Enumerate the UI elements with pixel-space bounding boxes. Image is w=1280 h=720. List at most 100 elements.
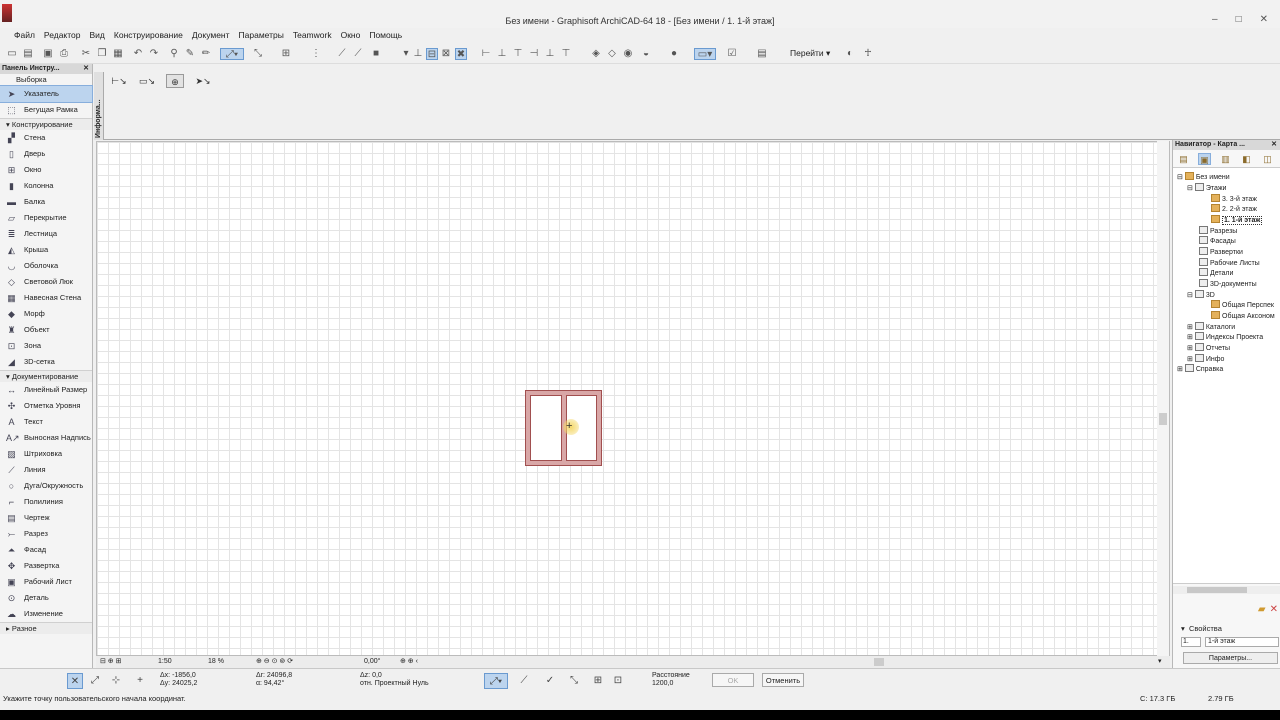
- tool-skylight[interactable]: ◇ Световой Люк: [0, 274, 92, 290]
- pen-set-icon[interactable]: ▤: [756, 48, 768, 60]
- ok-button[interactable]: OK: [712, 673, 754, 687]
- tree-node-story-1[interactable]: 1. 1-й этаж: [1211, 215, 1263, 225]
- close-origin-icon[interactable]: ✕: [67, 673, 83, 689]
- info-box-tab[interactable]: Информа...: [94, 72, 104, 140]
- tree-node-lists[interactable]: ⊞ Отчеты: [1187, 343, 1230, 353]
- tree-node-3d[interactable]: ⊟ 3D: [1187, 290, 1215, 300]
- 3d-window-icon[interactable]: ◈: [590, 48, 602, 60]
- distribute-v-icon[interactable]: ⊥: [544, 48, 556, 60]
- menu-design[interactable]: Конструирование: [114, 30, 183, 42]
- tool-column[interactable]: ▮ Колонна: [0, 178, 92, 194]
- layout-book-icon[interactable]: ▥: [1219, 153, 1232, 165]
- print-icon[interactable]: ⎙: [58, 48, 70, 60]
- tool-morph[interactable]: ◆ Морф: [0, 306, 92, 322]
- parameters-button[interactable]: Параметры...: [1183, 652, 1278, 664]
- tool-slab[interactable]: ▱ Перекрытие: [0, 210, 92, 226]
- tool-detail[interactable]: ⊙ Деталь: [0, 590, 92, 606]
- origin-icon[interactable]: +: [132, 673, 148, 689]
- open-file-icon[interactable]: ▤: [22, 48, 34, 60]
- tool-text[interactable]: A Текст: [0, 414, 92, 430]
- undo-icon[interactable]: ↶: [132, 48, 144, 60]
- project-map-icon[interactable]: ▤: [1177, 153, 1190, 165]
- tool-door[interactable]: ▯ Дверь: [0, 146, 92, 162]
- elevation-icon[interactable]: ⊥: [412, 48, 424, 60]
- tool-arrow[interactable]: ➤ Указатель: [0, 85, 93, 103]
- tree-node-story-2[interactable]: 2. 2-й этаж: [1211, 204, 1257, 214]
- story-number-field[interactable]: 1.: [1181, 637, 1201, 647]
- tool-polyline[interactable]: ⌐ Полилиния: [0, 494, 92, 510]
- properties-toggle[interactable]: ▾ Свойства: [1181, 624, 1222, 633]
- tool-window[interactable]: ⊞ Окно: [0, 162, 92, 178]
- menu-window[interactable]: Окно: [341, 30, 361, 42]
- render-icon[interactable]: ◒: [640, 48, 652, 60]
- tree-node-info[interactable]: ⊞ Инфо: [1187, 354, 1224, 364]
- rectangle-method-icon[interactable]: ▭↘: [138, 74, 156, 88]
- navigator-close-icon[interactable]: ✕: [1271, 140, 1277, 150]
- view-map-icon[interactable]: ▣: [1198, 153, 1211, 165]
- guide-line-toggle-icon[interactable]: ⤢▾: [484, 673, 508, 689]
- tree-node-details[interactable]: Детали: [1199, 268, 1233, 278]
- snap-icon[interactable]: ⤡: [252, 48, 264, 60]
- tool-shell[interactable]: ◡ Оболочка: [0, 258, 92, 274]
- align-center-icon[interactable]: ⊥: [496, 48, 508, 60]
- story-name-field[interactable]: 1-й этаж: [1205, 637, 1279, 647]
- draw-line-icon[interactable]: ⟋: [516, 673, 532, 689]
- tree-node-3d-documents[interactable]: 3D-документы: [1199, 279, 1257, 289]
- trace-icon[interactable]: ⊟: [426, 48, 438, 60]
- distribute-icon[interactable]: ⊣: [528, 48, 540, 60]
- tool-section[interactable]: ⤚ Разрез: [0, 526, 92, 542]
- publisher-sets-icon[interactable]: ◧: [1240, 153, 1253, 165]
- guide-line-icon[interactable]: ⤢▾: [220, 48, 244, 60]
- tool-object[interactable]: ♜ Объект: [0, 322, 92, 338]
- tool-fill[interactable]: ▨ Штриховка: [0, 446, 92, 462]
- scroll-thumb[interactable]: [1187, 587, 1247, 593]
- horizontal-scroll-thumb[interactable]: [874, 658, 884, 666]
- tree-node-sections[interactable]: Разрезы: [1199, 226, 1237, 236]
- menu-help[interactable]: Помощь: [369, 30, 402, 42]
- bimx-icon[interactable]: ◐: [844, 48, 856, 60]
- quick-options-icon[interactable]: ⊟ ⊕ ⊞: [100, 656, 122, 668]
- tree-node-story-3[interactable]: 3. 3-й этаж: [1211, 194, 1257, 204]
- tree-node-stories[interactable]: ⊟ Этажи: [1187, 183, 1226, 193]
- split-icon[interactable]: ⊠: [440, 48, 452, 60]
- tree-node-perspective[interactable]: Общая Перспек: [1211, 300, 1274, 310]
- tool-line[interactable]: ⟋ Линия: [0, 462, 92, 478]
- pencil-icon[interactable]: ✏: [200, 48, 212, 60]
- trim-icon[interactable]: ⟋: [336, 48, 348, 60]
- maximize-button[interactable]: □: [1236, 14, 1242, 25]
- grid-icon[interactable]: ⋮: [310, 48, 322, 60]
- sun-icon[interactable]: ●: [668, 48, 680, 60]
- tool-beam[interactable]: ▬ Балка: [0, 194, 92, 210]
- delete-icon[interactable]: ✕: [1270, 604, 1278, 615]
- tool-wall[interactable]: ▞ Стена: [0, 130, 92, 146]
- close-button[interactable]: ✕: [1260, 14, 1268, 25]
- goto-dropdown[interactable]: Перейти ▾: [790, 48, 830, 59]
- menu-view[interactable]: Вид: [90, 30, 105, 42]
- cancel-button[interactable]: Отменить: [762, 673, 804, 687]
- organizer-icon[interactable]: ◫: [1261, 153, 1274, 165]
- paste-icon[interactable]: ▦: [112, 48, 124, 60]
- misc-group-toggle[interactable]: ▸ Разное: [0, 622, 92, 634]
- origin-method-icon[interactable]: ⊕: [166, 74, 184, 88]
- zoom-controls-icon[interactable]: ⊕ ⊖ ⊙ ⊚ ⟳: [256, 656, 293, 668]
- tree-node-help[interactable]: ⊞ Справка: [1177, 364, 1223, 374]
- tool-zone[interactable]: ⊡ Зона: [0, 338, 92, 354]
- 3d-explore-icon[interactable]: ◉: [622, 48, 634, 60]
- tool-label[interactable]: A↗ Выносная Надпись: [0, 430, 92, 446]
- level-icon[interactable]: ⊤: [560, 48, 572, 60]
- tree-node-worksheets[interactable]: Рабочие Листы: [1199, 258, 1260, 268]
- walk-icon[interactable]: ☥: [862, 48, 874, 60]
- tool-interior-elevation[interactable]: ✥ Развертка: [0, 558, 92, 574]
- navigator-horizontal-scrollbar[interactable]: [1173, 586, 1280, 594]
- copy-icon[interactable]: ❐: [96, 48, 108, 60]
- align-left-icon[interactable]: ⊢: [480, 48, 492, 60]
- new-folder-icon[interactable]: ▰: [1258, 604, 1266, 615]
- tool-roof[interactable]: ◭ Крыша: [0, 242, 92, 258]
- 3d-cutaway-icon[interactable]: ◇: [606, 48, 618, 60]
- marker-icon[interactable]: ▾: [400, 48, 412, 60]
- tool-curtain-wall[interactable]: ▦ Навесная Стена: [0, 290, 92, 306]
- tool-level-dimension[interactable]: ✣ Отметка Уровня: [0, 398, 92, 414]
- cut-icon[interactable]: ✂: [80, 48, 92, 60]
- documentation-group-toggle[interactable]: ▾ Документирование: [0, 370, 92, 382]
- dimension-method-icon[interactable]: ⊢↘: [110, 74, 128, 88]
